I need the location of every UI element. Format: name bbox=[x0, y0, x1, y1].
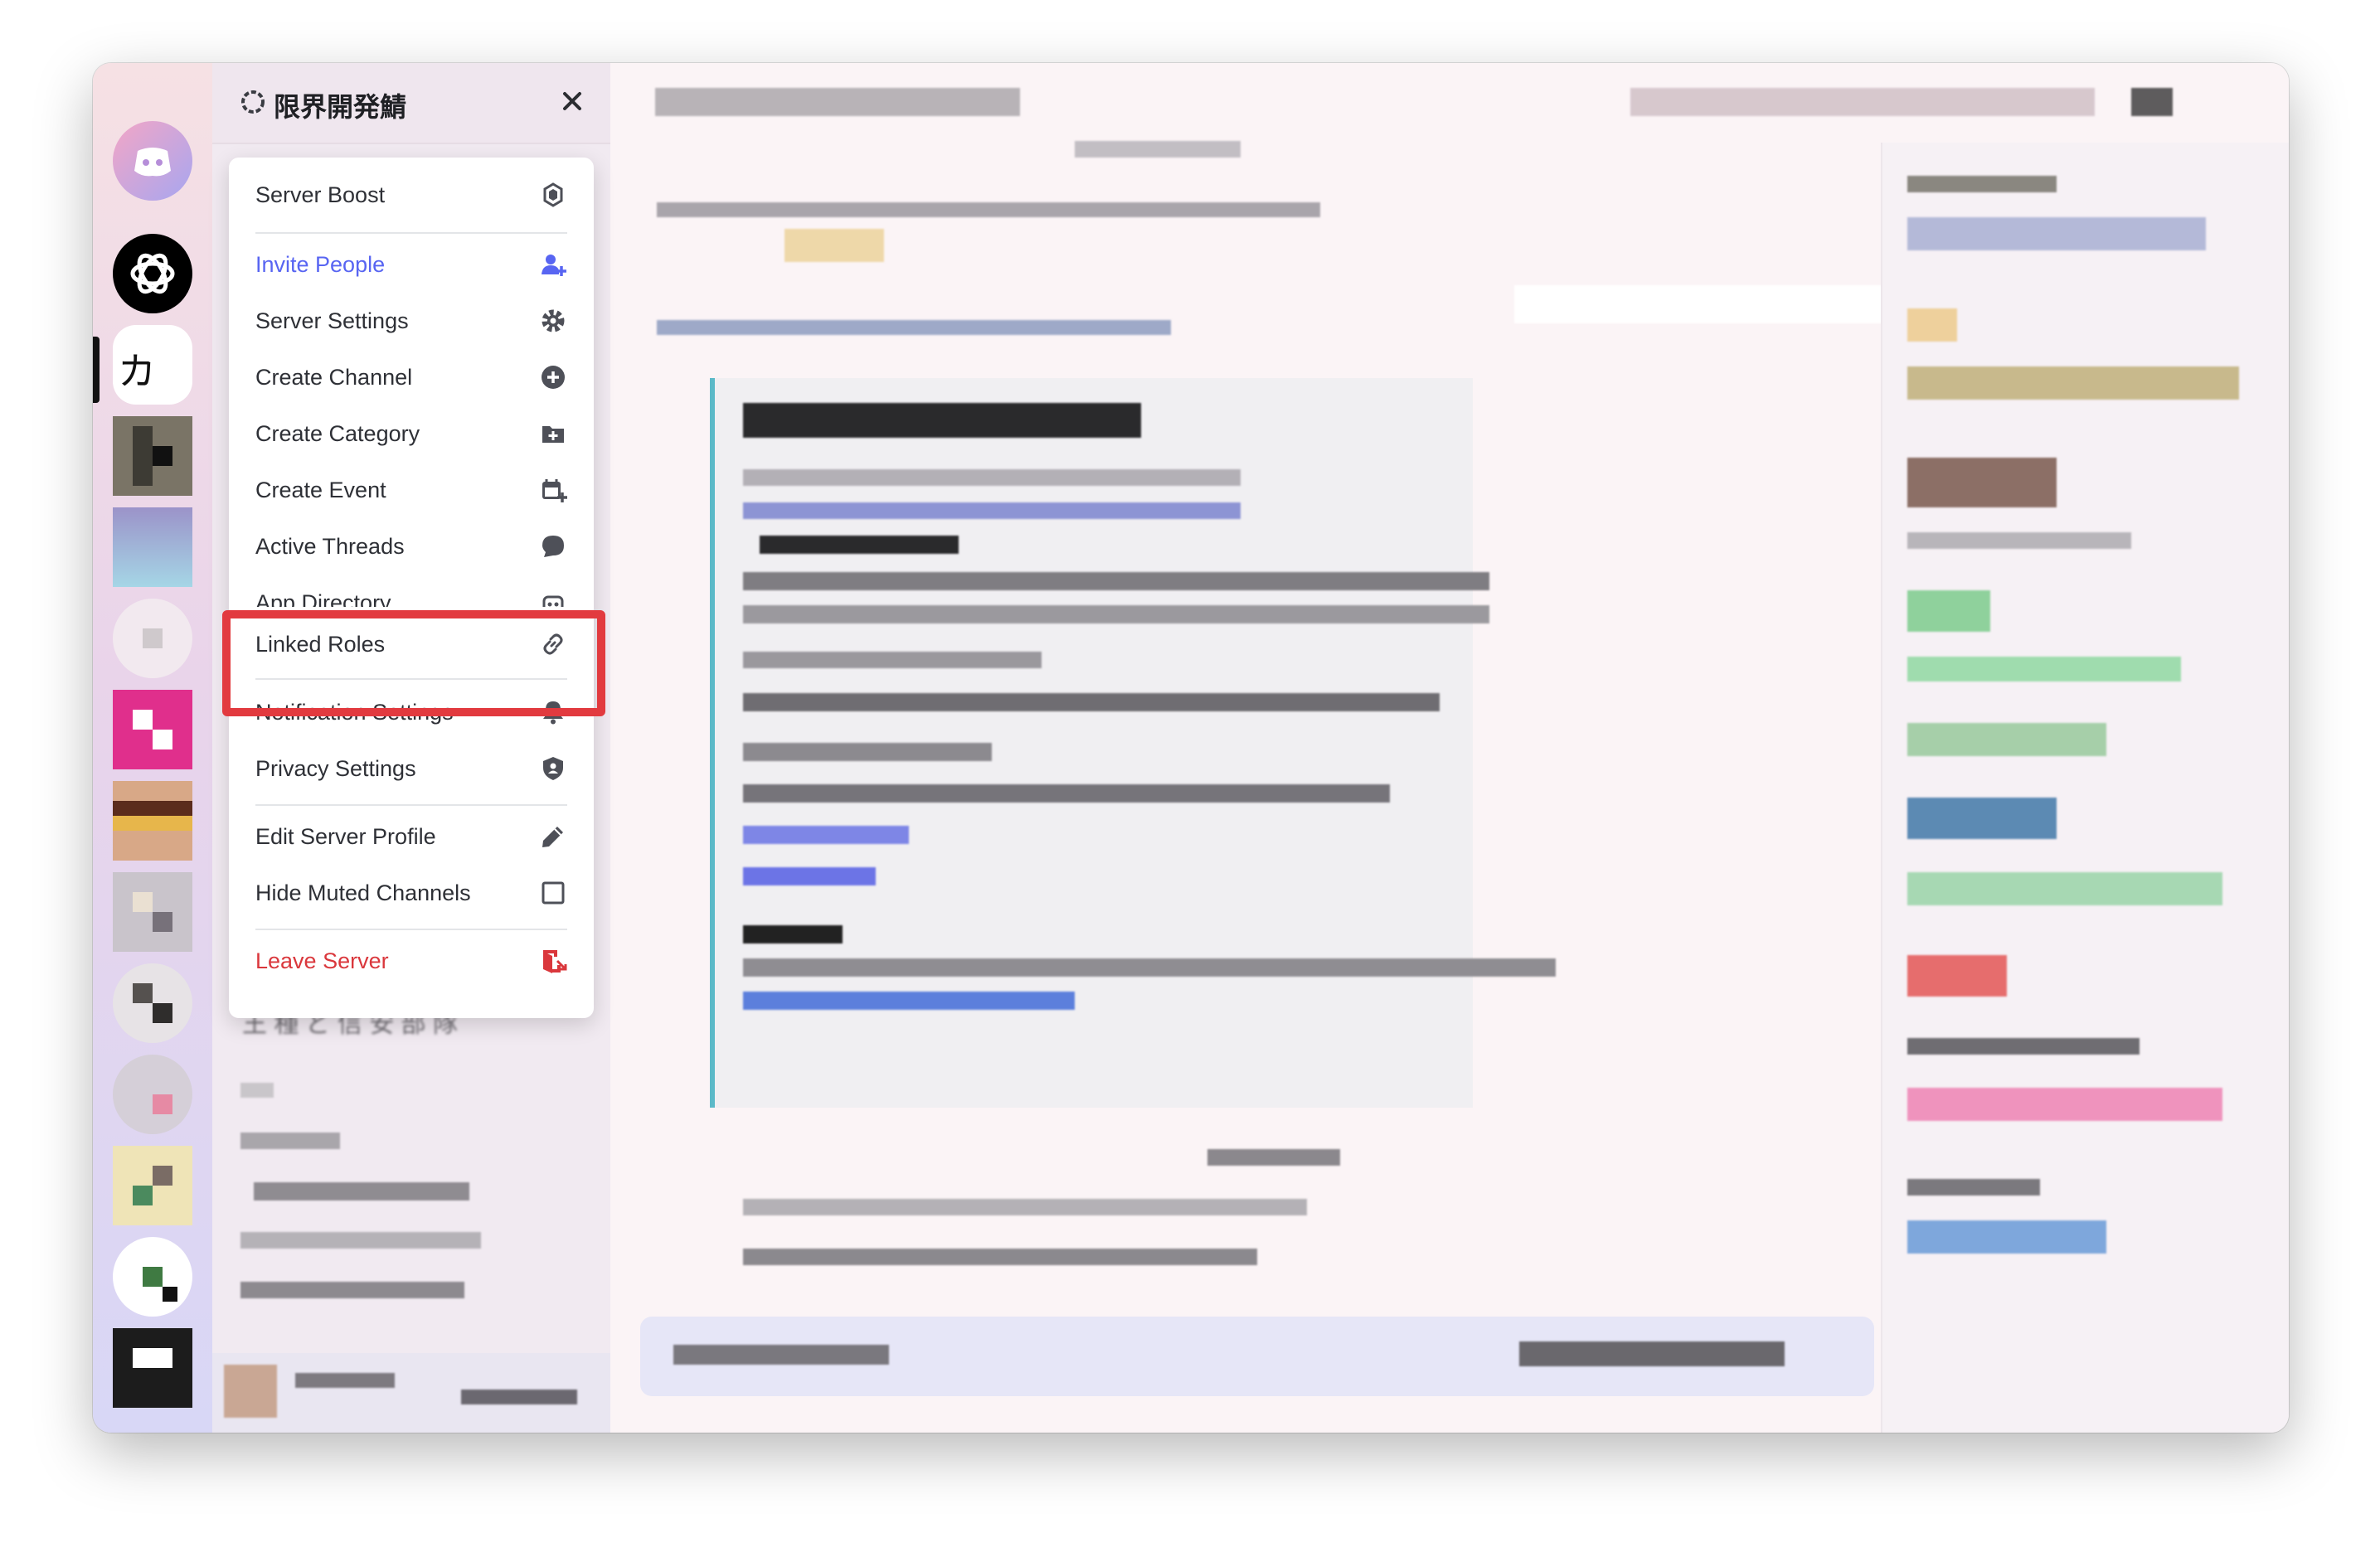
user-panel bbox=[212, 1353, 610, 1433]
chat-area bbox=[610, 63, 2289, 1433]
openai-icon bbox=[130, 253, 175, 294]
menu-item-app-directory[interactable]: App Directory bbox=[245, 577, 577, 607]
menu-item-create-category[interactable]: Create Category bbox=[245, 408, 577, 459]
server-icon[interactable] bbox=[113, 690, 192, 769]
server-header[interactable]: 限界開発鯖 bbox=[212, 63, 610, 144]
plus-circle-icon bbox=[542, 366, 565, 389]
server-icon[interactable] bbox=[113, 1237, 192, 1317]
linked-roles-highlight bbox=[222, 610, 605, 716]
menu-item-hide-muted-channels[interactable]: Hide Muted Channels bbox=[245, 867, 577, 919]
gear-icon bbox=[542, 309, 565, 332]
app-window: カス bbox=[93, 63, 2289, 1433]
checkbox-icon[interactable] bbox=[539, 879, 567, 907]
menu-item-active-threads[interactable]: Active Threads bbox=[245, 521, 577, 572]
menu-item-server-settings[interactable]: Server Settings bbox=[245, 295, 577, 347]
server-icon[interactable] bbox=[113, 416, 192, 496]
boost-icon bbox=[543, 182, 563, 207]
menu-separator bbox=[255, 804, 567, 806]
server-icon[interactable] bbox=[113, 872, 192, 952]
server-dropdown-menu: Server Boost Invite People Server Settin… bbox=[229, 158, 594, 1018]
selected-server-indicator bbox=[93, 337, 100, 403]
menu-item-create-channel[interactable]: Create Channel bbox=[245, 352, 577, 403]
threads-icon bbox=[542, 536, 564, 557]
menu-item-leave-server[interactable]: Leave Server bbox=[245, 935, 577, 987]
menu-item-privacy-settings[interactable]: Privacy Settings bbox=[245, 743, 577, 794]
server-icon[interactable] bbox=[113, 1328, 192, 1408]
server-icon[interactable] bbox=[113, 1146, 192, 1225]
server-logo-text: カス bbox=[118, 349, 156, 405]
shield-icon bbox=[543, 757, 563, 780]
server-current[interactable]: カス bbox=[113, 325, 192, 405]
menu-item-server-boost[interactable]: Server Boost bbox=[245, 169, 577, 221]
server-icon[interactable] bbox=[113, 781, 192, 861]
server-name: 限界開発鯖 bbox=[274, 92, 407, 122]
message-input[interactable] bbox=[640, 1317, 1874, 1396]
leave-icon bbox=[543, 950, 567, 973]
discord-icon bbox=[134, 148, 171, 177]
folder-plus-icon bbox=[542, 426, 564, 443]
menu-item-create-event[interactable]: Create Event bbox=[245, 464, 577, 516]
menu-separator bbox=[255, 929, 567, 930]
calendar-plus-icon bbox=[542, 479, 567, 502]
discord-home-button[interactable] bbox=[113, 121, 192, 201]
member-list bbox=[1881, 143, 2289, 1433]
menu-item-invite-people[interactable]: Invite People bbox=[245, 239, 577, 290]
server-icon[interactable] bbox=[113, 963, 192, 1043]
server-rail: カス bbox=[93, 63, 212, 1433]
menu-item-edit-server-profile[interactable]: Edit Server Profile bbox=[245, 811, 577, 862]
menu-separator bbox=[255, 232, 567, 234]
server-icon[interactable] bbox=[113, 599, 192, 678]
robot-icon bbox=[542, 595, 564, 607]
add-person-icon bbox=[542, 255, 566, 276]
close-icon[interactable] bbox=[556, 85, 589, 118]
pencil-icon bbox=[542, 827, 563, 847]
embed-card bbox=[710, 378, 1556, 1108]
server-icon[interactable] bbox=[113, 507, 192, 587]
boost-tier-icon bbox=[241, 90, 265, 114]
server-openai[interactable] bbox=[113, 234, 192, 313]
server-icon[interactable] bbox=[113, 1055, 192, 1134]
